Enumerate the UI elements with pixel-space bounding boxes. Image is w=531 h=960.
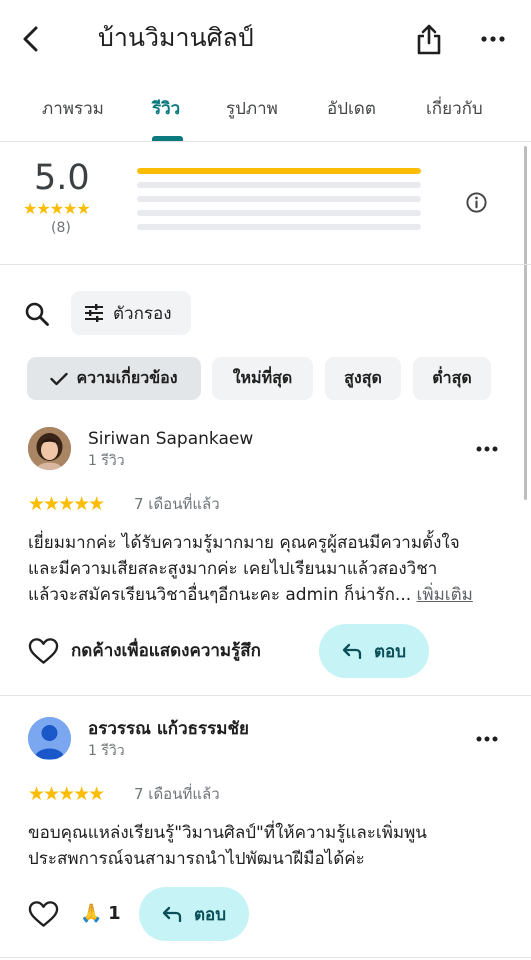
read-more-link[interactable]: เพิ่มเติม bbox=[417, 585, 473, 605]
sort-chip-label: ความเกี่ยวข้อง bbox=[76, 368, 178, 387]
review-more-button[interactable] bbox=[472, 437, 502, 461]
sort-chip-highest[interactable]: สูงสุด bbox=[325, 357, 401, 400]
review-divider bbox=[0, 957, 531, 958]
review-text-line: ประสพการณ์จนสามารถนำไปพัฒนาฝีมือได้ค่ะ bbox=[28, 849, 365, 869]
tune-icon bbox=[85, 304, 103, 322]
review-divider bbox=[0, 695, 531, 696]
pray-emoji-icon: 🙏 bbox=[80, 903, 103, 924]
filter-label: ตัวกรอง bbox=[113, 303, 172, 324]
review-count: (8) bbox=[51, 220, 71, 236]
more-options-button[interactable] bbox=[476, 22, 510, 56]
review-text: ขอบคุณแหล่งเรียนรู้"วิมานศิลป์"ที่ให้ควา… bbox=[28, 820, 506, 872]
search-icon[interactable] bbox=[24, 301, 50, 327]
place-title: บ้านวิมานศิลป์ bbox=[98, 23, 254, 52]
active-tab-indicator bbox=[152, 136, 183, 141]
share-icon bbox=[417, 24, 441, 55]
heart-icon[interactable] bbox=[28, 637, 59, 665]
reply-button[interactable]: ตอบ bbox=[139, 887, 249, 941]
reply-button[interactable]: ตอบ bbox=[319, 624, 429, 678]
reviewer-name[interactable]: อรวรรณ แก้วธรรมชัย bbox=[88, 717, 249, 741]
react-hint-label: กดค้างเพื่อแสดงความรู้สึก bbox=[71, 641, 261, 661]
filter-button[interactable]: ตัวกรอง bbox=[71, 291, 191, 335]
tab-overview[interactable]: ภาพรวม bbox=[42, 94, 104, 124]
rating-bar-2-star bbox=[137, 210, 421, 216]
reviewer-name[interactable]: Siriwan Sapankaew bbox=[88, 427, 253, 451]
review-date: 7 เดือนที่แล้ว bbox=[134, 785, 220, 803]
reaction-summary[interactable]: 🙏 1 bbox=[80, 901, 121, 927]
heart-icon[interactable] bbox=[28, 900, 59, 928]
rating-summary: 5.0 ★★★★★ (8) bbox=[0, 143, 531, 265]
sort-chip-relevance[interactable]: ความเกี่ยวข้อง bbox=[27, 357, 201, 400]
check-icon bbox=[50, 372, 69, 385]
tab-photos[interactable]: รูปภาพ bbox=[226, 94, 278, 124]
sort-chip-lowest[interactable]: ต่ำสุด bbox=[413, 357, 491, 400]
default-avatar-icon bbox=[28, 717, 71, 760]
back-arrow-icon bbox=[23, 26, 38, 52]
review-text-line-content: แล้วจะสมัครเรียนวิชาอื่นๆอีกนะคะ admin ก… bbox=[28, 585, 412, 605]
review-text-line: ขอบคุณแหล่งเรียนรู้"วิมานศิลป์"ที่ให้ควา… bbox=[28, 823, 427, 843]
average-rating: 5.0 bbox=[34, 158, 90, 198]
more-horizontal-icon bbox=[476, 446, 498, 452]
back-button[interactable] bbox=[14, 22, 46, 56]
review-text: เยี่ยมมากค่ะ ได้รับความรู้มากมาย คุณครูผ… bbox=[28, 530, 506, 608]
rating-bar-4-star bbox=[137, 182, 421, 188]
app-bar: บ้านวิมานศิลป์ bbox=[0, 0, 531, 78]
rating-bar-1-star bbox=[137, 224, 421, 230]
rating-bar-5-star bbox=[137, 168, 421, 174]
reviewer-avatar[interactable] bbox=[28, 717, 71, 760]
tab-about[interactable]: เกี่ยวกับ bbox=[426, 94, 483, 124]
review-text-line: แล้วจะสมัครเรียนวิชาอื่นๆอีกนะคะ admin ก… bbox=[28, 582, 506, 608]
reply-icon bbox=[162, 906, 182, 922]
more-horizontal-icon bbox=[476, 736, 498, 742]
tab-bar: ภาพรวม รีวิว รูปภาพ อัปเดต เกี่ยวกับ bbox=[0, 84, 531, 142]
review-stars: ★★★★★ bbox=[28, 783, 105, 805]
review-more-button[interactable] bbox=[472, 727, 502, 751]
info-icon[interactable] bbox=[465, 191, 488, 214]
reply-label: ตอบ bbox=[373, 641, 407, 662]
review-stars: ★★★★★ bbox=[28, 493, 105, 515]
sort-chip-newest[interactable]: ใหม่ที่สุด bbox=[212, 357, 313, 400]
review-date: 7 เดือนที่แล้ว bbox=[134, 495, 220, 513]
reviewer-review-count: 1 รีวิว bbox=[88, 453, 125, 469]
rating-bar-fill bbox=[137, 168, 421, 174]
review-text-line: เยี่ยมมากค่ะ ได้รับความรู้มากมาย คุณครูผ… bbox=[28, 533, 460, 553]
review-text-line: และมีความเสียสละสูงมากค่ะ เคยไปเรียนมาแล… bbox=[28, 559, 438, 579]
more-horizontal-icon bbox=[481, 36, 505, 42]
average-stars: ★★★★★ bbox=[23, 199, 91, 218]
reply-icon bbox=[342, 643, 362, 659]
reviewer-review-count: 1 รีวิว bbox=[88, 743, 125, 759]
tab-updates[interactable]: อัปเดต bbox=[327, 94, 376, 124]
share-button[interactable] bbox=[412, 20, 446, 58]
reviewer-avatar[interactable] bbox=[28, 427, 71, 470]
tab-reviews[interactable]: รีวิว bbox=[152, 94, 180, 124]
reply-label: ตอบ bbox=[193, 904, 227, 925]
profile-photo-icon bbox=[28, 427, 71, 470]
rating-bar-3-star bbox=[137, 196, 421, 202]
reaction-count: 1 bbox=[108, 903, 121, 924]
